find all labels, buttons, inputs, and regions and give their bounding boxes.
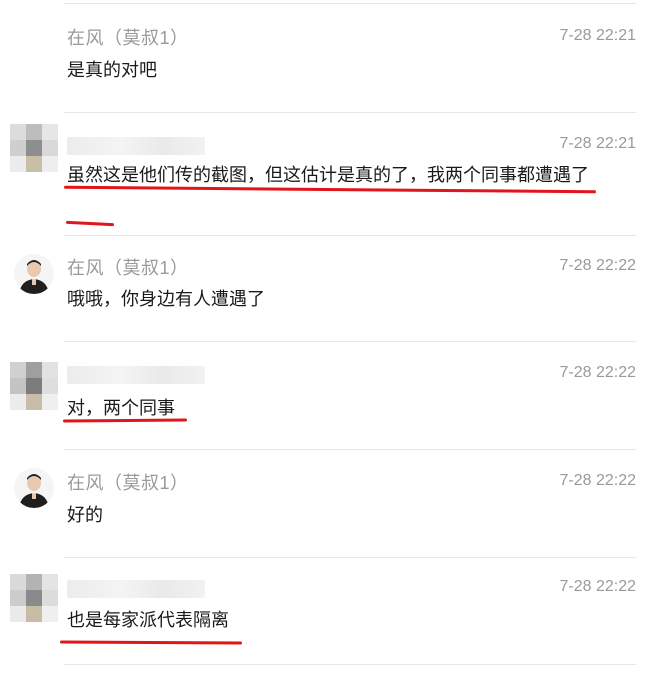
red-underline [62,418,188,423]
author-name[interactable]: 在风（莫叔1） [67,472,189,494]
timestamp: 7-28 22:21 [559,27,636,44]
blurred-avatar[interactable] [10,124,58,172]
blurred-author-name[interactable] [67,366,205,384]
timestamp: 7-28 22:22 [559,472,636,489]
divider [64,235,636,236]
divider [64,664,636,665]
timestamp: 7-28 22:22 [559,578,636,595]
blurred-author-name[interactable] [67,580,205,598]
comment-text: 哦哦，你身边有人遭遇了 [67,289,265,309]
divider [64,557,636,558]
comment-text: 是真的对吧 [67,60,157,80]
divider [64,112,636,113]
red-underline [65,220,115,227]
timestamp: 7-28 22:22 [559,364,636,381]
timestamp: 7-28 22:21 [559,135,636,152]
blurred-avatar[interactable] [10,362,58,410]
red-underline [59,640,243,645]
blurred-avatar[interactable] [10,574,58,622]
person-avatar-icon[interactable] [14,468,54,508]
comment-text: 虽然这是他们传的截图，但这估计是真的了，我两个同事都遭遇了 [67,165,589,185]
author-name[interactable]: 在风（莫叔1） [67,257,189,279]
author-name[interactable]: 在风（莫叔1） [67,27,189,49]
person-avatar-icon[interactable] [14,254,54,294]
comment-text: 对，两个同事 [67,398,175,418]
blurred-author-name[interactable] [67,137,205,155]
divider [64,449,636,450]
top-divider [64,3,636,4]
timestamp: 7-28 22:22 [559,257,636,274]
comment-text: 也是每家派代表隔离 [67,610,229,630]
comment-text: 好的 [67,505,103,525]
divider [64,341,636,342]
